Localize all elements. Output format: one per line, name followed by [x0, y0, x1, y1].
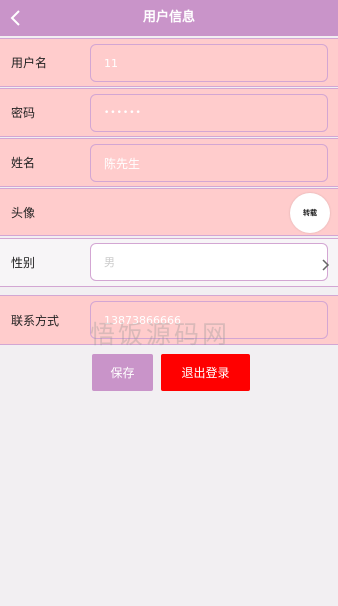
- password-input[interactable]: ••••••: [90, 94, 328, 132]
- gender-select[interactable]: 男: [90, 243, 328, 281]
- contact-row: 联系方式 13873866666: [0, 295, 338, 345]
- app-header: 用户信息: [0, 0, 338, 36]
- contact-label: 联系方式: [11, 313, 60, 328]
- name-row: 姓名 陈先生: [0, 138, 338, 187]
- logout-button[interactable]: 退出登录: [161, 354, 250, 391]
- username-input[interactable]: 11: [90, 44, 328, 82]
- gender-label: 性别: [11, 256, 36, 270]
- save-button[interactable]: 保存: [92, 354, 153, 391]
- name-label: 姓名: [11, 156, 36, 170]
- contact-input[interactable]: 13873866666: [90, 301, 328, 339]
- password-row: 密码 ••••••: [0, 88, 338, 137]
- username-row: 用户名 11: [0, 38, 338, 87]
- gender-row: 性别 男: [0, 238, 338, 287]
- chevron-right-icon[interactable]: [318, 257, 332, 273]
- avatar-upload-button[interactable]: 转载: [290, 193, 330, 233]
- name-input[interactable]: 陈先生: [90, 144, 328, 182]
- username-label: 用户名: [11, 56, 48, 70]
- page-title: 用户信息: [142, 10, 195, 25]
- avatar-row: 头像 转载: [0, 188, 338, 236]
- password-label: 密码: [11, 106, 36, 120]
- avatar-label: 头像: [11, 205, 36, 220]
